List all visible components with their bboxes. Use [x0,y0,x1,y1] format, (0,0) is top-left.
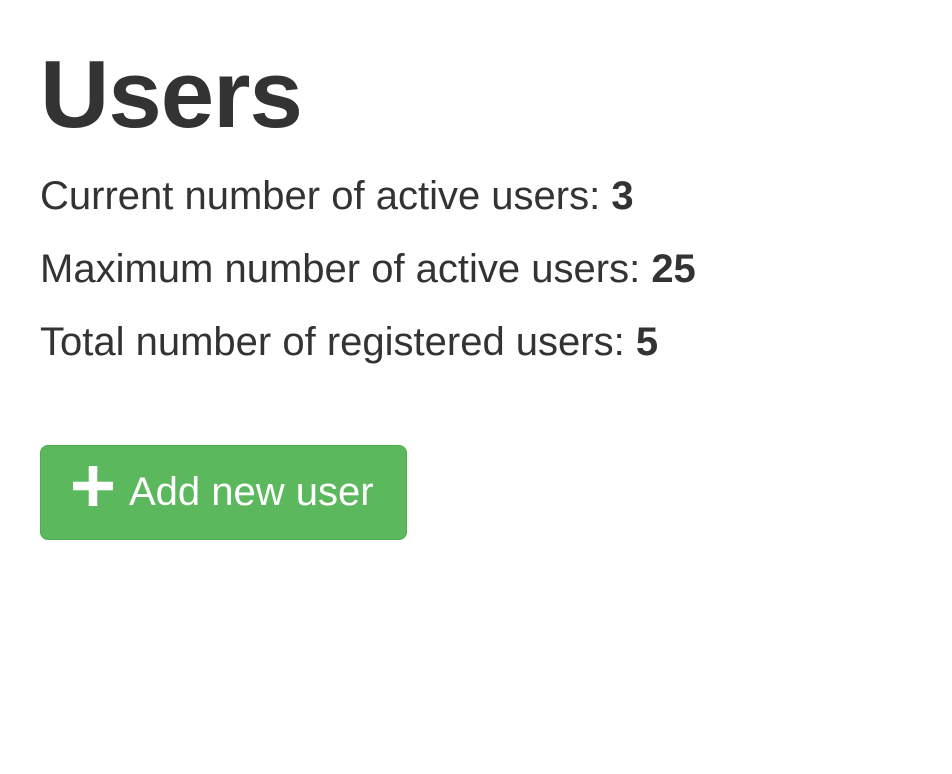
add-new-user-button[interactable]: Add new user [40,445,407,540]
actions-area: Add new user [40,445,912,540]
total-users-label: Total number of registered users: [40,320,636,364]
active-users-label: Current number of active users: [40,174,611,218]
add-user-button-label: Add new user [129,468,374,516]
plus-icon [73,466,113,519]
max-users-label: Maximum number of active users: [40,247,651,291]
page-title: Users [40,40,912,150]
max-users-value: 25 [651,247,696,291]
total-users-value: 5 [636,320,658,364]
active-users-stat: Current number of active users: 3 [40,174,912,219]
total-users-stat: Total number of registered users: 5 [40,320,912,365]
max-users-stat: Maximum number of active users: 25 [40,247,912,292]
active-users-value: 3 [611,174,633,218]
